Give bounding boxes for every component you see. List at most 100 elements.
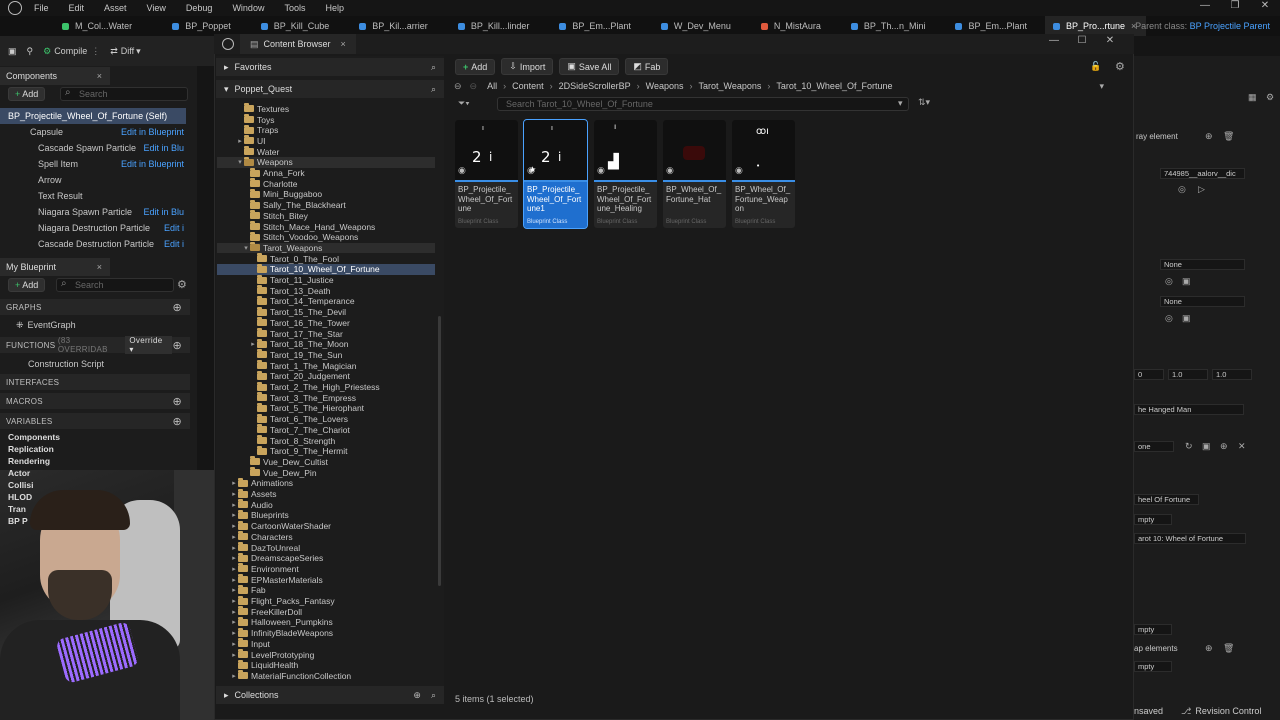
chevron-right-icon[interactable]: ▸ (230, 479, 238, 487)
folder-tree-item[interactable]: Tarot_17_The_Star (217, 328, 435, 339)
folder-tree-item[interactable]: Vue_Dew_Pin (217, 467, 435, 478)
folder-tree-item[interactable]: Tarot_15_The_Devil (217, 306, 435, 318)
folder-tree-item[interactable]: ▸ LevelPrototyping (217, 649, 435, 660)
component-item[interactable]: Cascade Destruction Particle Edit i (0, 236, 190, 252)
chevron-down-icon[interactable]: ▾ (1099, 81, 1104, 92)
browse-icon[interactable]: ◎ (1178, 184, 1186, 195)
add-member-button[interactable]: + Add (8, 278, 46, 292)
compile-button[interactable]: ⚙ Compile ⋮ (43, 46, 100, 57)
close-panel-icon[interactable]: × (97, 71, 102, 81)
edit-in-blueprint-link[interactable]: Edit in Blu (143, 143, 184, 153)
folder-tree-item[interactable]: Tarot_0_The_Fool (217, 253, 435, 264)
tab-bp-kill-cylinder[interactable]: BP_Kill...linder (450, 16, 540, 36)
chevron-right-icon[interactable]: ▸ (230, 586, 238, 594)
folder-tree-item[interactable]: ▸ MaterialFunctionCollection (217, 670, 435, 682)
chevron-right-icon[interactable]: ▸ (230, 618, 238, 626)
folder-tree-item[interactable]: Tarot_19_The_Sun (217, 349, 435, 361)
save-all-button[interactable]: ▣ Save All (559, 58, 620, 75)
tab-w-dev-menu[interactable]: W_Dev_Menu (653, 16, 741, 36)
browse-icon[interactable]: ◎ (1165, 276, 1173, 287)
folder-tree-item[interactable]: ▸ Fab (217, 584, 435, 596)
folder-tree-item[interactable]: ▸ Halloween_Pumpkins (217, 616, 435, 628)
breadcrumb-all[interactable]: All (487, 81, 497, 91)
vector-y-field[interactable]: 1.0 (1168, 369, 1208, 380)
maximize-icon[interactable]: ☐ (1068, 34, 1096, 48)
menu-help[interactable]: Help (325, 3, 344, 13)
chevron-right-icon[interactable]: ▸ (230, 554, 238, 562)
folder-tree-item[interactable]: ▸ Input (217, 638, 435, 650)
empty-field-1[interactable]: mpty (1134, 514, 1172, 525)
chevron-right-icon[interactable]: ▸ (236, 137, 244, 145)
folder-tree-item[interactable]: ▸ EPMasterMaterials (217, 574, 435, 585)
components-search-input[interactable]: Search (60, 87, 188, 101)
folder-tree-item[interactable]: Stitch_Bitey (217, 210, 435, 222)
component-item[interactable]: Spell Item Edit in Blueprint (0, 156, 190, 172)
folder-tree-item[interactable]: Tarot_6_The_Lovers (217, 413, 435, 425)
tree-scrollbar[interactable] (438, 316, 441, 586)
folder-tree-item[interactable]: ▸ DazToUnreal (217, 542, 435, 553)
var-group-components[interactable]: Components (8, 432, 60, 442)
content-browser-tab[interactable]: ▤ Content Browser × (240, 34, 356, 54)
use-selected-icon[interactable]: ▷ (1198, 184, 1205, 195)
vector-x-field[interactable]: 0 (1134, 369, 1164, 380)
component-item[interactable]: Text Result (0, 188, 190, 204)
var-group-hlod[interactable]: HLOD (8, 492, 32, 502)
tab-bp-projectile-wheel-of-fortune[interactable]: BP_Pro...rtune × (1044, 16, 1147, 36)
none-dropdown-2[interactable]: None (1160, 296, 1245, 307)
chevron-right-icon[interactable]: ▸ (230, 608, 238, 616)
tab-bp-em-plant[interactable]: BP_Em...Plant (551, 16, 641, 36)
save-icon[interactable]: ▣ (8, 46, 17, 57)
add-button[interactable]: + Add (455, 58, 496, 75)
folder-tree-item[interactable]: Tarot_9_The_Hermit (217, 445, 435, 457)
folder-tree-item[interactable]: LiquidHealth (217, 659, 435, 671)
search-icon[interactable]: ⌕ (431, 62, 436, 73)
search-icon[interactable]: ⌕ (431, 690, 436, 701)
component-root[interactable]: BP_Projectile_Wheel_Of_Fortune (Self) (0, 108, 186, 124)
folder-tree-item[interactable]: Tarot_1_The_Magician (217, 360, 435, 371)
folder-tree-item[interactable]: ▸ Environment (217, 563, 435, 575)
folder-tree-item[interactable]: Vue_Dew_Cultist (217, 456, 435, 468)
delete-icon[interactable]: 🗑 (1223, 643, 1234, 654)
var-group-transform[interactable]: Tran (8, 504, 26, 514)
component-item[interactable]: Niagara Spawn Particle Edit in Blu (0, 204, 190, 220)
collections-header[interactable]: ▸ Collections ⊕ ⌕ (216, 686, 444, 704)
folder-tree-item[interactable]: Charlotte (217, 178, 435, 189)
tab-m-col-water[interactable]: M_Col...Water (54, 16, 142, 36)
components-tab[interactable]: Components × (0, 67, 110, 85)
macros-section[interactable]: MACROS ⊕ (0, 393, 190, 409)
lock-icon[interactable]: 🔓 (1090, 61, 1101, 72)
close-icon[interactable]: ✕ (1096, 34, 1124, 48)
revision-control-button[interactable]: Revision Control (1195, 706, 1261, 716)
chevron-right-icon[interactable]: ▸ (230, 533, 238, 541)
add-element-icon[interactable]: ⊕ (1205, 131, 1213, 142)
chevron-right-icon[interactable]: ▸ (230, 576, 238, 584)
folder-tree-item[interactable]: Tarot_14_Temperance (217, 295, 435, 307)
close-icon[interactable]: ✕ (1238, 441, 1246, 452)
folder-tree-item[interactable]: ▸ Tarot_18_The_Moon (217, 338, 435, 350)
breadcrumb-weapons[interactable]: Weapons (646, 81, 684, 91)
chevron-right-icon[interactable]: ▸ (230, 651, 238, 659)
menu-file[interactable]: File (34, 3, 49, 13)
folder-tree-item[interactable]: Tarot_8_Strength (217, 435, 435, 446)
folder-icon[interactable]: ▣ (1182, 276, 1191, 287)
folder-tree-item[interactable]: Tarot_2_The_High_Priestess (217, 381, 435, 393)
variables-section[interactable]: VARIABLES ⊕ (0, 413, 190, 429)
var-group-actor[interactable]: Actor (8, 470, 30, 478)
back-arrow-icon[interactable]: ⊖ (454, 81, 462, 92)
settings-gear-icon[interactable]: ⚙ (1266, 92, 1274, 103)
asset-tile[interactable]: ꝏı • ◉ BP_Wheel_Of_Fortune_Weapon Blueprint … (732, 120, 795, 228)
chevron-down-icon[interactable]: ▾ (242, 244, 250, 252)
folder-tree-item[interactable]: Tarot_5_The_Hierophant (217, 402, 435, 414)
folder-tree-item[interactable]: ▸ InfinityBladeWeapons (217, 627, 435, 639)
tab-bp-poppet[interactable]: BP_Poppet (164, 16, 241, 36)
add-graph-icon[interactable]: ⊕ (172, 301, 182, 314)
none-dropdown-1[interactable]: None (1160, 259, 1245, 270)
folder-tree-item[interactable]: Mini_Buggaboo (217, 188, 435, 200)
tab-n-mistaura[interactable]: N_MistAura (753, 16, 831, 36)
tab-bp-th-n-mini[interactable]: BP_Th...n_Mini (843, 16, 936, 36)
tab-bp-kill-barrier[interactable]: BP_Kil...arrier (351, 16, 438, 36)
folder-tree-item[interactable]: Anna_Fork (217, 167, 435, 179)
filter-icon[interactable]: ⏷▾ (458, 98, 470, 109)
chevron-right-icon[interactable]: ▸ (230, 565, 238, 573)
add-component-button[interactable]: + Add (8, 87, 46, 101)
